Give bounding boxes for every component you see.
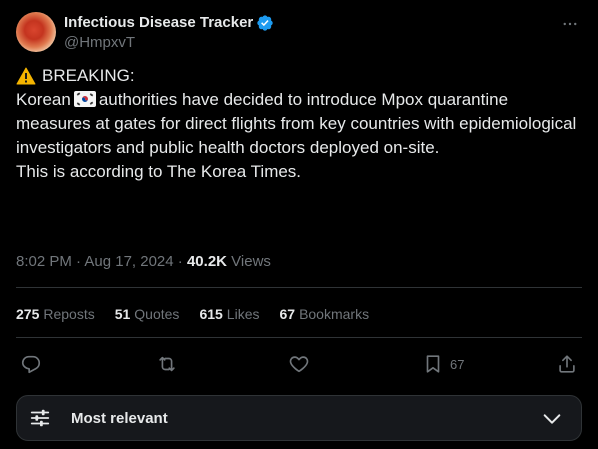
action-bar: 67 [16,351,582,377]
bookmark-icon [426,355,440,373]
bookmarks-stat[interactable]: 67 Bookmarks [279,304,369,324]
tweet-meta: 8:02 PM · Aug 17, 2024 · 40.2K Views [16,252,271,272]
chevron-down-icon[interactable] [541,408,563,430]
paragraph1-rest: authorities have decided to introduce Mp… [16,90,577,157]
tweet-detail: Infectious Disease Tracker @HmpxvT BREAK… [0,0,598,449]
verified-badge-icon[interactable] [256,14,274,32]
reply-button[interactable] [20,351,42,377]
name-row: Infectious Disease Tracker [64,13,274,33]
reply-icon [21,355,41,374]
sort-label: Most relevant [71,409,168,427]
sliders-icon [29,407,51,429]
divider [16,337,582,338]
views-count: 40.2K [186,253,227,270]
display-name[interactable]: Infectious Disease Tracker [64,13,253,33]
paragraph1-start: Korean [16,90,71,109]
share-icon [559,355,575,373]
meta-separator: · [177,253,183,270]
handle[interactable]: @HmpxvT [64,33,274,53]
tweet-text: BREAKING: Korean authorities have decided… [16,64,582,184]
paragraph-2: This is according to The Korea Times. [16,162,302,181]
bookmark-count: 67 [450,356,465,372]
repost-icon [159,356,175,372]
share-button[interactable] [556,351,578,377]
tweet-header: Infectious Disease Tracker @HmpxvT [16,12,582,56]
bookmark-button[interactable]: 67 [422,351,464,377]
quotes-count: 51 [114,306,131,322]
reply-sort-selector[interactable]: Most relevant [16,395,582,441]
avatar[interactable] [16,12,56,52]
breaking-label: BREAKING: [42,66,135,85]
likes-count: 615 [199,306,223,322]
author-names: Infectious Disease Tracker @HmpxvT [64,13,274,53]
engagement-stats: 275 Reposts 51 Quotes 615 Likes 67 Bookm… [16,304,389,324]
timestamp[interactable]: 8:02 PM · Aug 17, 2024 [16,253,174,270]
repost-button[interactable] [156,351,178,377]
south-korea-flag-icon [73,90,96,107]
breaking-line: BREAKING: [16,64,582,88]
reposts-label: Reposts [43,306,95,322]
more-options-icon[interactable] [558,12,582,36]
reposts-stat[interactable]: 275 Reposts [16,304,95,324]
likes-stat[interactable]: 615 Likes [199,304,259,324]
warning-icon [16,66,36,86]
likes-label: Likes [226,306,260,322]
reposts-count: 275 [16,306,40,322]
quotes-label: Quotes [134,306,180,322]
views-label: Views [231,253,271,270]
paragraph-1: Korean authorities have decided to introd… [16,88,582,160]
heart-icon [289,356,309,373]
bookmarks-label: Bookmarks [299,306,370,322]
like-button[interactable] [288,351,310,377]
bookmarks-count: 67 [279,306,296,322]
divider [16,287,582,288]
quotes-stat[interactable]: 51 Quotes [115,304,180,324]
